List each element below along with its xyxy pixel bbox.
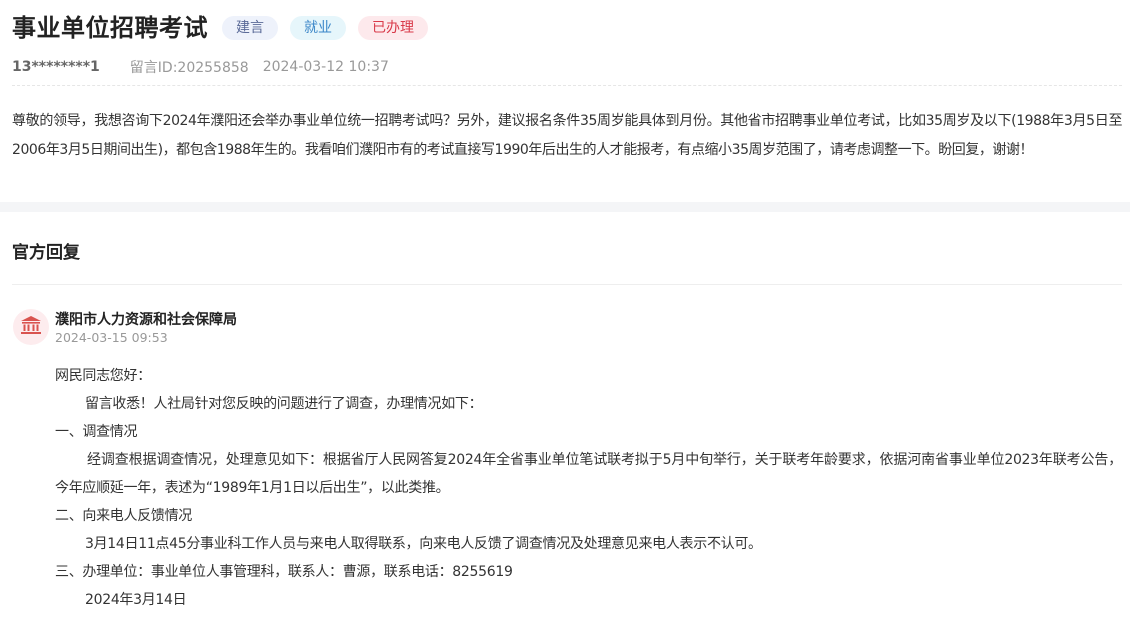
- user-id: 13********1: [12, 59, 100, 75]
- message-datetime: 2024-03-12 10:37: [262, 59, 389, 75]
- government-building-icon: [20, 315, 42, 339]
- department-name: 濮阳市人力资源和社会保障局: [55, 312, 237, 328]
- tag-suggestion: 建言: [222, 16, 278, 40]
- reply-divider: [12, 284, 1122, 285]
- reply-section-1-text: 经调查根据调查情况，处理意见如下：根据省厅人民网答复2024年全省事业单位笔试联…: [55, 452, 1122, 496]
- tag-employment: 就业: [290, 16, 346, 40]
- reply-section-3-title: 三、办理单位：事业单位人事管理科，联系人：曹源，联系电话：8255619: [55, 564, 513, 580]
- page-title: 事业单位招聘考试: [12, 14, 208, 42]
- message-id: 留言ID:20255858: [129, 60, 249, 76]
- reply-section-1-body: 经调查根据调查情况，处理意见如下：根据省厅人民网答复2024年全省事业单位笔试联…: [0, 446, 1122, 502]
- meta-divider: [12, 85, 1122, 86]
- reply-section-2-title: 二、向来电人反馈情况: [55, 508, 192, 524]
- reply-body: 网民同志您好： 留言收悉！人社局针对您反映的问题进行了调查，办理情况如下： 一、…: [55, 362, 1122, 614]
- reply-heading: 官方回复: [12, 243, 80, 263]
- reply-section-1-title: 一、调查情况: [55, 424, 138, 440]
- message-meta: 13********1 留言ID:20255858 2024-03-12 10:…: [12, 56, 389, 78]
- reply-greeting: 网民同志您好：: [55, 368, 151, 384]
- avatar: [13, 309, 49, 345]
- reply-section-2-body: 3月14日11点45分事业科工作人员与来电人取得联系，向来电人反馈了调查情况及处…: [85, 536, 762, 552]
- reply-intro: 留言收悉！人社局针对您反映的问题进行了调查，办理情况如下：: [85, 396, 483, 412]
- reply-time: 2024-03-15 09:53: [55, 330, 168, 345]
- status-badge: 已办理: [358, 16, 428, 40]
- reply-date: 2024年3月14日: [85, 592, 187, 608]
- page-header: 事业单位招聘考试 建言 就业 已办理: [12, 8, 1130, 48]
- section-separator: [0, 202, 1130, 212]
- question-text: 尊敬的领导，我想咨询下2024年濮阳还会举办事业单位统一招聘考试吗？另外，建议报…: [12, 113, 1122, 158]
